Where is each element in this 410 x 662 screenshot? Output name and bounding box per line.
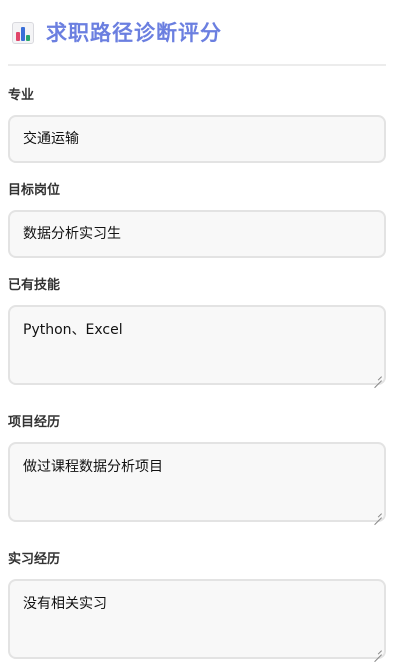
resize-grip-icon[interactable] bbox=[374, 647, 382, 655]
skills-text: Python、Excel bbox=[23, 322, 123, 338]
projects-field-group: 项目经历 做过课程数据分析项目 bbox=[8, 415, 386, 522]
skills-field-group: 已有技能 Python、Excel bbox=[8, 278, 386, 385]
projects-text: 做过课程数据分析项目 bbox=[23, 459, 163, 475]
internship-textarea[interactable]: 没有相关实习 bbox=[8, 579, 386, 659]
projects-textarea[interactable]: 做过课程数据分析项目 bbox=[8, 442, 386, 522]
page-title: 求职路径诊断评分 bbox=[46, 21, 222, 45]
career-diagnosis-form: 求职路径诊断评分 专业 交通运输 目标岗位 数据分析实习生 已有技能 Pytho… bbox=[0, 0, 410, 661]
major-label: 专业 bbox=[8, 88, 35, 103]
target-position-label: 目标岗位 bbox=[8, 183, 61, 198]
bar-chart-icon bbox=[12, 22, 34, 44]
major-input[interactable]: 交通运输 bbox=[8, 115, 386, 163]
internship-label: 实习经历 bbox=[8, 552, 61, 567]
target-position-field-group: 目标岗位 数据分析实习生 bbox=[8, 183, 386, 258]
page-header: 求职路径诊断评分 bbox=[8, 0, 386, 66]
target-position-input[interactable]: 数据分析实习生 bbox=[8, 210, 386, 258]
internship-field-group: 实习经历 没有相关实习 bbox=[8, 552, 386, 659]
skills-textarea[interactable]: Python、Excel bbox=[8, 305, 386, 385]
projects-label: 项目经历 bbox=[8, 415, 61, 430]
internship-text: 没有相关实习 bbox=[23, 596, 107, 612]
resize-grip-icon[interactable] bbox=[374, 373, 382, 381]
skills-label: 已有技能 bbox=[8, 278, 61, 293]
major-field-group: 专业 交通运输 bbox=[8, 88, 386, 163]
resize-grip-icon[interactable] bbox=[374, 510, 382, 518]
